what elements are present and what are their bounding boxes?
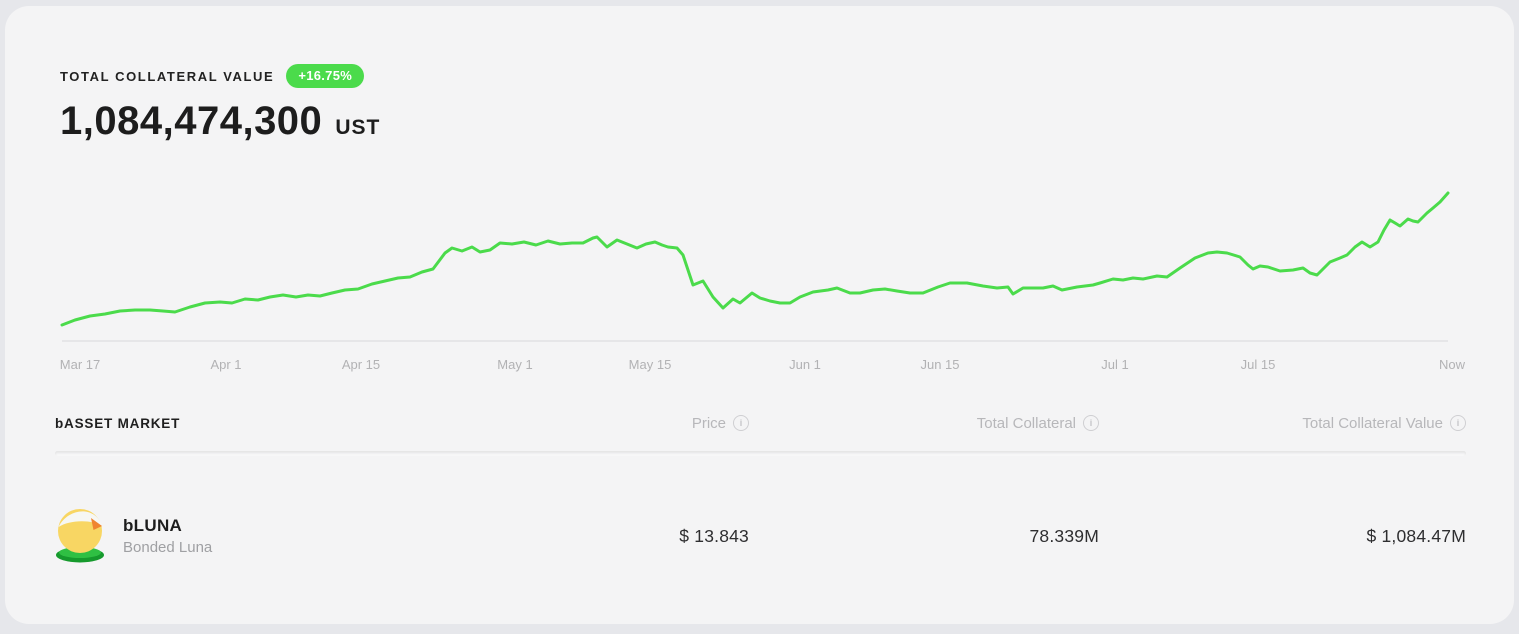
cell-price: $ 13.843 bbox=[679, 525, 749, 546]
basset-market-section: bASSET MARKET Price i Total Collateral i… bbox=[5, 406, 1514, 584]
total-collateral-header: TOTAL COLLATERAL VALUE +16.75% 1,084,474… bbox=[60, 64, 380, 144]
x-axis-tick-label: May 15 bbox=[628, 357, 672, 372]
total-collateral-label: TOTAL COLLATERAL VALUE bbox=[60, 68, 275, 84]
info-icon[interactable]: i bbox=[1450, 415, 1466, 431]
bluna-icon bbox=[55, 505, 105, 568]
asset-description: Bonded Luna bbox=[123, 539, 213, 556]
x-axis-tick-label: May 1 bbox=[497, 357, 533, 372]
info-icon[interactable]: i bbox=[733, 415, 749, 431]
asset-name: bLUNA bbox=[123, 516, 183, 535]
column-header-total-collateral: Total Collateral i bbox=[977, 415, 1099, 432]
table-header-divider bbox=[55, 451, 1466, 456]
currency-denom: UST bbox=[335, 116, 381, 139]
total-collateral-value: 1,084,474,300 bbox=[60, 99, 323, 143]
column-header-price: Price i bbox=[692, 415, 749, 432]
x-axis-tick-label: Jun 15 bbox=[920, 357, 960, 372]
x-axis-tick-label: Jul 1 bbox=[1101, 357, 1129, 372]
info-icon[interactable]: i bbox=[1083, 415, 1099, 431]
x-axis-tick-label: Jul 15 bbox=[1240, 357, 1276, 372]
column-header-total-collateral-value: Total Collateral Value i bbox=[1302, 415, 1466, 432]
chart-x-ticks: Mar 17 Apr 1 Apr 15 May 1 May 15 Jun 1 Jun 15 J… bbox=[5, 357, 1519, 373]
x-axis-tick-label: Jun 1 bbox=[789, 357, 821, 372]
x-axis-tick-label: Apr 1 bbox=[210, 357, 242, 372]
price-header-label: Price bbox=[691, 414, 726, 432]
total-collateral-header-label: Total Collateral bbox=[976, 414, 1076, 432]
table-title: bASSET MARKET bbox=[55, 415, 181, 431]
total-collateral-value-header-label: Total Collateral Value bbox=[1302, 414, 1443, 432]
table-header-row: bASSET MARKET Price i Total Collateral i… bbox=[55, 406, 1466, 440]
cell-total-collateral: 78.339M bbox=[1029, 525, 1099, 546]
change-badge: +16.75% bbox=[286, 64, 365, 88]
cell-total-collateral-value: $ 1,084.47M bbox=[1366, 525, 1466, 546]
x-axis-tick-label: Mar 17 bbox=[59, 357, 101, 372]
x-axis-tick-label: Now bbox=[1438, 357, 1466, 372]
x-axis-tick-label: Apr 15 bbox=[341, 357, 381, 372]
table-row-bluna[interactable]: bLUNA Bonded Luna $ 13.843 78.339M $ 1,0… bbox=[55, 488, 1466, 584]
dashboard-card: TOTAL COLLATERAL VALUE +16.75% 1,084,474… bbox=[5, 6, 1514, 624]
